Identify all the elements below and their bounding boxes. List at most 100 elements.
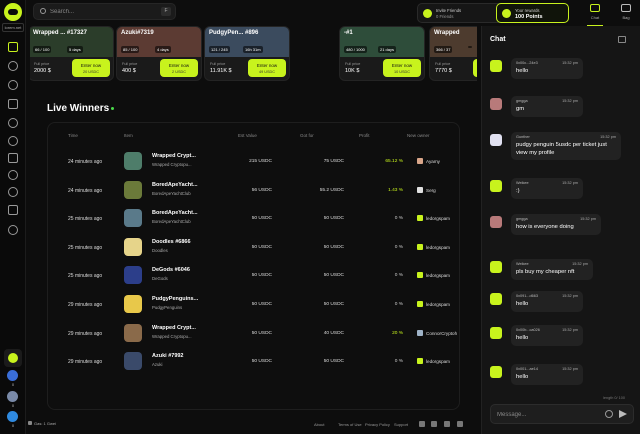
nft-name[interactable]: Azuki #7992	[152, 353, 184, 359]
chat-message-input[interactable]	[497, 409, 597, 420]
bag-button[interactable]: Bag	[616, 3, 636, 23]
chat-input-box[interactable]	[490, 404, 634, 424]
raffle-card[interactable]: -#1 480 / 1000 21 days Full price 10K $ …	[339, 26, 425, 81]
enter-now-button[interactable]: Enter now 10 USDC	[383, 59, 421, 77]
user-icon[interactable]	[8, 118, 18, 128]
discord-icon[interactable]	[419, 421, 425, 427]
table-row[interactable]: 29 minutes ago PudgyPenguins... PudgyPen…	[48, 291, 461, 319]
raffle-card[interactable]: Azuki#7319 85 / 100 4 days Full price 40…	[116, 26, 202, 81]
nft-name[interactable]: Wrapped Crypt...	[152, 153, 196, 159]
chat-avatar[interactable]	[490, 60, 502, 72]
chat-avatar[interactable]	[490, 293, 502, 305]
nft-name[interactable]: BoredApeYacht...	[152, 182, 198, 188]
chat-text: :)	[516, 188, 520, 194]
chat-avatar[interactable]	[490, 366, 502, 378]
raffle-card-name: PudgyPen... #896	[209, 30, 259, 36]
chat-timestamp: 15:32 pm	[562, 328, 578, 332]
nft-name[interactable]: BoredApeYacht...	[152, 210, 198, 216]
enter-now-button[interactable]: Enter now 20 USDC	[72, 59, 110, 77]
owner-avatar	[417, 329, 423, 336]
instagram-icon[interactable]	[457, 421, 463, 427]
telegram-icon[interactable]	[444, 421, 450, 427]
chat-avatar[interactable]	[490, 180, 502, 192]
bag-icon[interactable]	[8, 153, 18, 163]
tag-icon[interactable]	[8, 170, 18, 180]
raffle-card-name: Wrapped ... #17327	[33, 30, 87, 36]
eth-coin-icon	[7, 391, 18, 402]
chat-avatar[interactable]	[490, 327, 502, 339]
row-owner[interactable]: Serg	[426, 188, 436, 193]
row-owner[interactable]: ledorgspam	[426, 273, 450, 278]
nft-name[interactable]: DeGods #6046	[152, 267, 190, 273]
raffle-card[interactable]: PudgyPen... #896 121 / 245 16h 31m Full …	[204, 26, 290, 81]
help-icon[interactable]	[8, 225, 18, 235]
search-input[interactable]	[50, 6, 150, 17]
raffle-card-price: 7770 $	[435, 68, 452, 74]
table-row[interactable]: 25 minutes ago BoredApeYacht... BoredApe…	[48, 205, 461, 233]
send-icon[interactable]	[619, 410, 627, 418]
table-row[interactable]: 24 minutes ago Wrapped Crypt... Wrapped …	[48, 148, 461, 176]
row-est-value: 50 USDC	[251, 359, 272, 365]
row-got-for: 50 USDC	[323, 359, 344, 365]
footer-link-privacy[interactable]: Privacy Policy	[365, 422, 390, 427]
emoji-icon[interactable]	[605, 410, 613, 418]
nft-name[interactable]: PudgyPenguins...	[152, 296, 198, 302]
row-got-for: 75 USDC	[323, 159, 344, 164]
chat-bubble: Gunther 15:32 pm pudgy penguin 5usdc per…	[511, 132, 621, 160]
table-row[interactable]: 29 minutes ago Azuki #7992 Azuki 50 USDC…	[48, 348, 461, 376]
nft-name[interactable]: Wrapped Crypt...	[152, 325, 196, 331]
enter-ticket-price: 2 USDC	[172, 70, 186, 74]
raffle-card-price-label: Full price	[210, 62, 226, 66]
row-profit: 20 %	[392, 330, 403, 336]
nft-collection: BoredApeYachtClub	[152, 219, 191, 225]
table-row[interactable]: 29 minutes ago Wrapped Crypt... Wrapped …	[48, 320, 461, 348]
row-owner[interactable]: Ayamy	[426, 159, 440, 164]
table-row[interactable]: 25 minutes ago DeGods #6046 DeGods 50 US…	[48, 262, 461, 290]
wallet-button[interactable]	[4, 349, 22, 367]
box-icon[interactable]	[8, 99, 18, 109]
document-icon[interactable]	[8, 205, 18, 215]
enter-now-button[interactable]: Enter	[473, 59, 477, 77]
explore-icon[interactable]	[8, 61, 18, 71]
footer-link-terms[interactable]: Terms of Use	[338, 422, 362, 427]
home-icon[interactable]	[8, 42, 18, 52]
search-box[interactable]: F	[33, 3, 176, 20]
add-icon[interactable]	[8, 80, 18, 90]
owner-avatar	[417, 158, 423, 164]
enter-now-button[interactable]: Enter now 2 USDC	[160, 59, 198, 77]
table-row[interactable]: 24 minutes ago BoredApeYacht... BoredApe…	[48, 177, 461, 205]
raffle-card[interactable]: Wrapped ... #17327 66 / 100 5 days Full …	[30, 26, 114, 81]
rewards-button[interactable]: Your rewards 100 Points	[496, 3, 569, 23]
footer-link-support[interactable]: Support	[394, 422, 408, 427]
nft-name[interactable]: Doodles #6866	[152, 239, 191, 245]
row-owner[interactable]: ledorgspam	[426, 302, 450, 307]
row-owner[interactable]: ledorgspam	[426, 359, 450, 364]
raffle-card-name: Wrapped	[434, 30, 460, 36]
row-got-for: 40 USDC	[323, 330, 344, 336]
raffle-card-tickets: 85 / 100	[121, 46, 140, 53]
row-owner[interactable]: ledorgspam	[426, 245, 450, 250]
raffle-card-price: 2000 $	[34, 68, 51, 74]
table-row[interactable]: 25 minutes ago Doodles #6866 Doodles 50 …	[48, 234, 461, 262]
row-est-value: 56 USDC	[251, 187, 272, 193]
heart-icon[interactable]	[8, 187, 18, 197]
row-owner[interactable]: ConnorCryptoh	[426, 331, 457, 336]
header-time: Time	[68, 133, 78, 138]
x-icon[interactable]	[431, 421, 437, 427]
collapse-chat-icon[interactable]	[618, 36, 626, 43]
chat-avatar[interactable]	[490, 134, 502, 146]
enter-now-button[interactable]: Enter now 49 USDC	[248, 59, 286, 77]
row-owner[interactable]: ledorgspam	[426, 216, 450, 221]
owner-avatar	[417, 301, 423, 307]
raffle-card[interactable]: Wrapped 366 / 37 Full price 7770 $ Enter	[429, 26, 477, 81]
stats-icon[interactable]	[8, 136, 18, 146]
footer-link-about[interactable]: About	[314, 422, 324, 427]
row-time: 24 minutes ago	[68, 187, 103, 194]
chat-avatar[interactable]	[490, 261, 502, 273]
logo-icon[interactable]	[4, 3, 22, 21]
chat-avatar[interactable]	[490, 216, 502, 228]
owner-avatar	[417, 243, 423, 250]
chat-toggle-button[interactable]: Chat	[585, 3, 605, 26]
chat-avatar[interactable]	[490, 98, 502, 110]
row-time: 29 minutes ago	[68, 302, 103, 308]
